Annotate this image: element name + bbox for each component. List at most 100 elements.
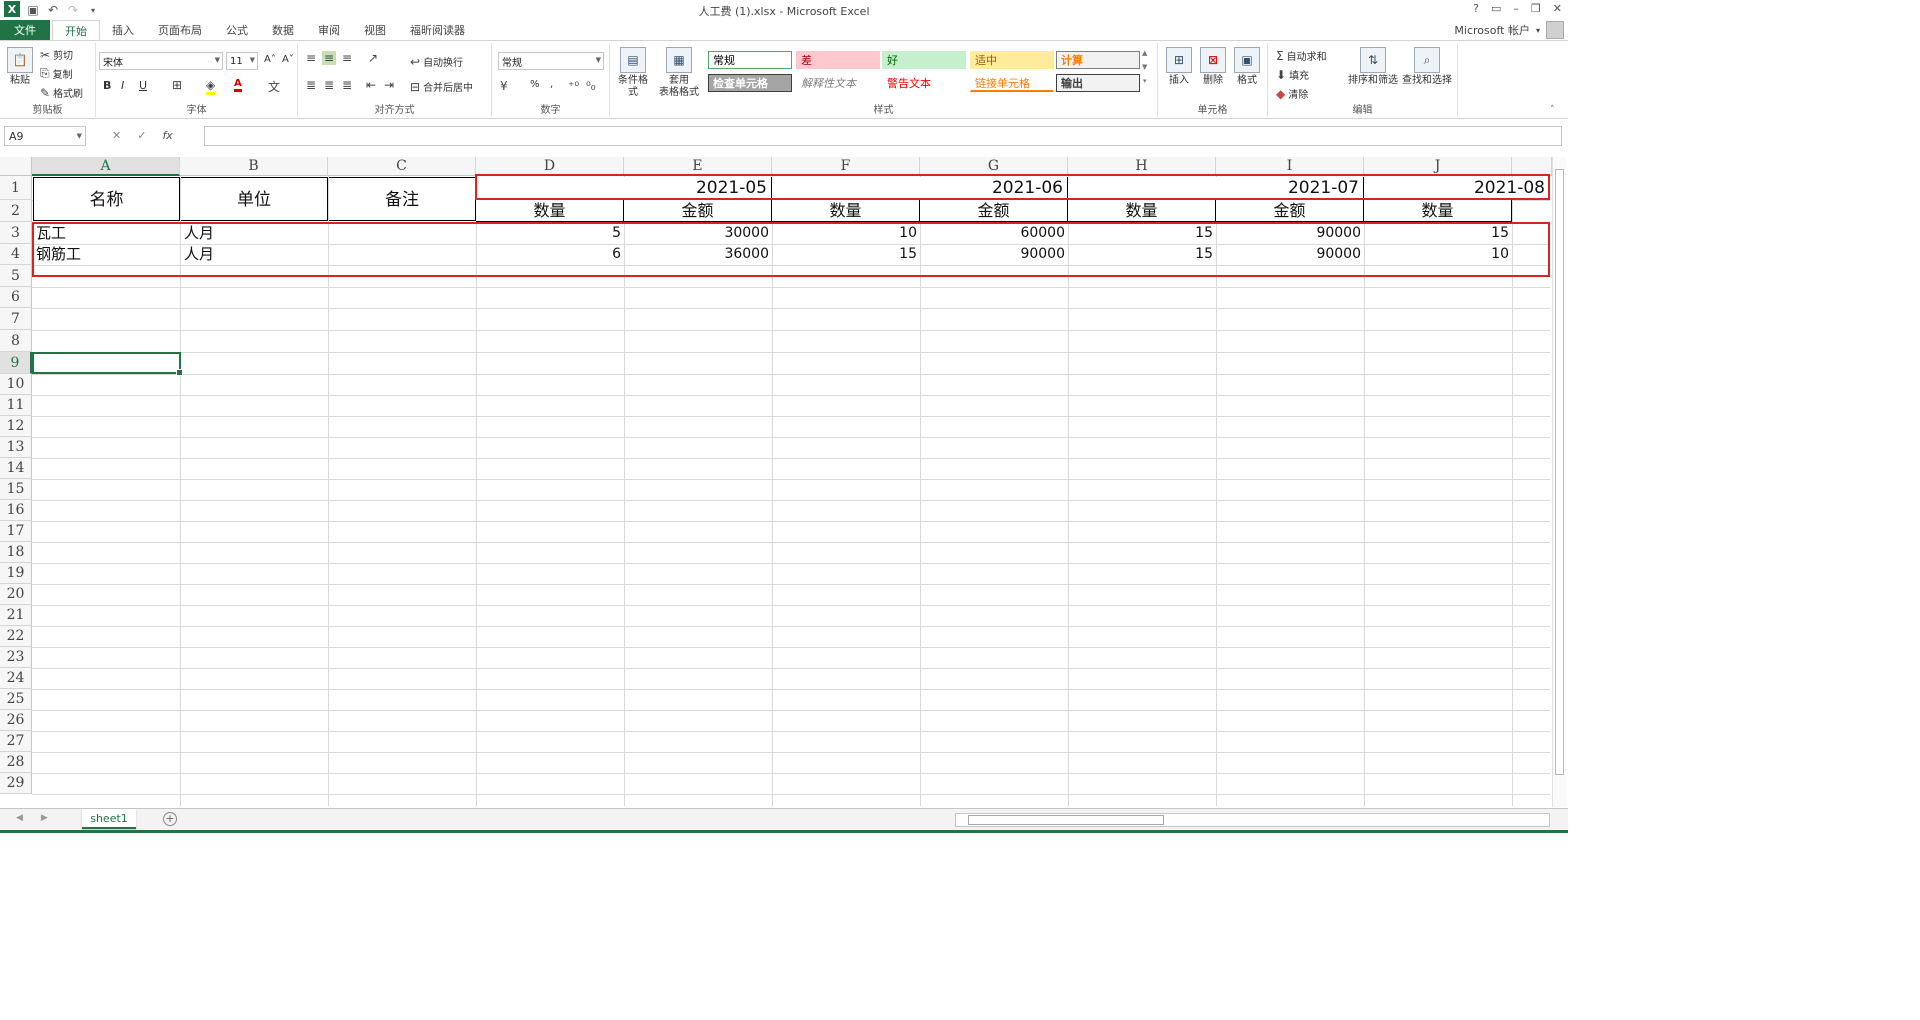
row-header-25[interactable]: 25 [0,689,32,710]
align-top-button[interactable]: ≡ [306,51,316,65]
row-header-11[interactable]: 11 [0,395,32,416]
header-cell[interactable]: 名称 [33,177,180,221]
sheet-tab[interactable]: sheet1 [82,809,136,829]
cell-style-5[interactable]: 检查单元格 [708,74,792,92]
cell-style-0[interactable]: 常规 [708,51,792,69]
minimize-button[interactable]: – [1513,2,1519,15]
comma-button[interactable]: , [550,79,553,90]
subheader-cell[interactable]: 数量 [476,200,624,222]
row-header-28[interactable]: 28 [0,752,32,773]
row-header-23[interactable]: 23 [0,647,32,668]
help-button[interactable]: ? [1473,2,1479,15]
phonetic-button[interactable]: 文 [268,78,280,95]
conditional-format-button[interactable]: ▤ 条件格式 [614,47,652,99]
row-header-10[interactable]: 10 [0,374,32,395]
row-header-17[interactable]: 17 [0,521,32,542]
horizontal-scrollbar[interactable] [955,813,1550,827]
row-header-12[interactable]: 12 [0,416,32,437]
format-as-table-button[interactable]: ▦ 套用 表格格式 [656,47,702,99]
tab-home[interactable]: 开始 [52,20,100,40]
row-header-27[interactable]: 27 [0,731,32,752]
subheader-cell[interactable]: 金额 [920,200,1068,222]
row-header-5[interactable]: 5 [0,265,32,287]
decrease-indent-button[interactable]: ⇤ [366,78,376,92]
select-all-corner[interactable] [0,157,32,176]
fill-button[interactable]: ⬇ 填充 [1276,67,1309,83]
insert-cells-button[interactable]: ⊞ 插入 [1164,47,1194,87]
align-right-button[interactable]: ≣ [342,78,352,92]
bold-button[interactable]: B [103,79,111,92]
subheader-cell[interactable]: 数量 [1364,200,1512,222]
collapse-ribbon-icon[interactable]: ˄ [1550,105,1555,115]
decrease-decimal-button[interactable]: ⁰₀ [586,79,596,93]
enter-icon[interactable]: ✓ [137,129,146,142]
row-header-3[interactable]: 3 [0,222,32,244]
tab-formulas[interactable]: 公式 [214,20,260,40]
cell-style-9[interactable]: 输出 [1056,74,1140,92]
align-bottom-button[interactable]: ≡ [342,51,352,65]
horizontal-scroll-thumb[interactable] [968,815,1164,825]
orientation-button[interactable]: ↗ [368,51,378,65]
format-painter-button[interactable]: ✎ 格式刷 [40,85,83,101]
increase-indent-button[interactable]: ⇥ [384,78,394,92]
row-header-9[interactable]: 9 [0,352,32,374]
name-box[interactable]: A9 ▼ [4,126,86,146]
row-header-13[interactable]: 13 [0,437,32,458]
cancel-icon[interactable]: ✕ [112,129,121,142]
paste-button[interactable]: 📋 粘贴 [6,47,34,87]
row-header-26[interactable]: 26 [0,710,32,731]
close-button[interactable]: ✕ [1553,2,1562,15]
formula-input[interactable] [204,126,1562,146]
align-middle-button[interactable]: ≡ [322,51,337,65]
merge-center-button[interactable]: ⊟ 合并后居中 [410,79,473,95]
account-label[interactable]: Microsoft 帐户 [1454,22,1530,38]
cell-style-8[interactable]: 链接单元格 [970,74,1054,92]
row-header-7[interactable]: 7 [0,308,32,330]
prev-sheet-icon[interactable]: ◀ [16,813,23,823]
column-header-B[interactable]: B [180,157,328,176]
align-left-button[interactable]: ≣ [306,78,316,92]
cell-style-1[interactable]: 差 [796,51,880,69]
subheader-cell[interactable]: 数量 [1068,200,1216,222]
tab-review[interactable]: 审阅 [306,20,352,40]
column-header-C[interactable]: C [328,157,476,176]
add-sheet-icon[interactable]: + [163,812,177,826]
column-header-A[interactable]: A [32,157,180,176]
restore-button[interactable]: ❐ [1531,2,1541,15]
gallery-scroll[interactable]: ▲ ▼ ▾ [1142,49,1147,85]
tab-foxit[interactable]: 福昕阅读器 [398,20,477,40]
number-format-select[interactable]: 常规 ▼ [498,52,604,70]
header-cell[interactable]: 单位 [181,177,328,221]
grow-font-button[interactable]: A˄ [264,54,276,65]
accounting-button[interactable]: ¥ [500,79,508,93]
row-header-2[interactable]: 2 [0,200,32,222]
avatar[interactable] [1546,21,1564,39]
delete-cells-button[interactable]: ⊠ 删除 [1198,47,1228,87]
wrap-text-button[interactable]: ↩ 自动换行 [410,54,463,70]
tab-file[interactable]: 文件 [0,20,50,40]
row-header-19[interactable]: 19 [0,563,32,584]
autosum-button[interactable]: Σ 自动求和 [1276,48,1327,64]
italic-button[interactable]: I [121,79,124,92]
shrink-font-button[interactable]: A˅ [282,54,294,65]
font-size-select[interactable]: 11 ▼ [226,52,258,70]
increase-decimal-button[interactable]: ⁺⁰ [568,79,579,93]
row-header-21[interactable]: 21 [0,605,32,626]
chevron-down-icon[interactable]: ▾ [1536,26,1540,35]
row-header-6[interactable]: 6 [0,287,32,308]
clear-button[interactable]: ◆ 清除 [1276,86,1308,102]
insert-function-icon[interactable]: fx [162,129,172,142]
row-header-16[interactable]: 16 [0,500,32,521]
tab-insert[interactable]: 插入 [100,20,146,40]
fill-color-button[interactable]: ◈ [206,78,216,95]
copy-button[interactable]: ⎘ 复制 [40,66,73,81]
cell-style-7[interactable]: 警告文本 [882,74,966,92]
row-header-29[interactable]: 29 [0,773,32,794]
next-sheet-icon[interactable]: ▶ [41,813,48,823]
row-header-8[interactable]: 8 [0,330,32,352]
subheader-cell[interactable]: 数量 [772,200,920,222]
percent-button[interactable]: % [530,79,540,90]
vertical-scrollbar[interactable] [1552,157,1566,807]
subheader-cell[interactable]: 金额 [624,200,772,222]
row-header-18[interactable]: 18 [0,542,32,563]
